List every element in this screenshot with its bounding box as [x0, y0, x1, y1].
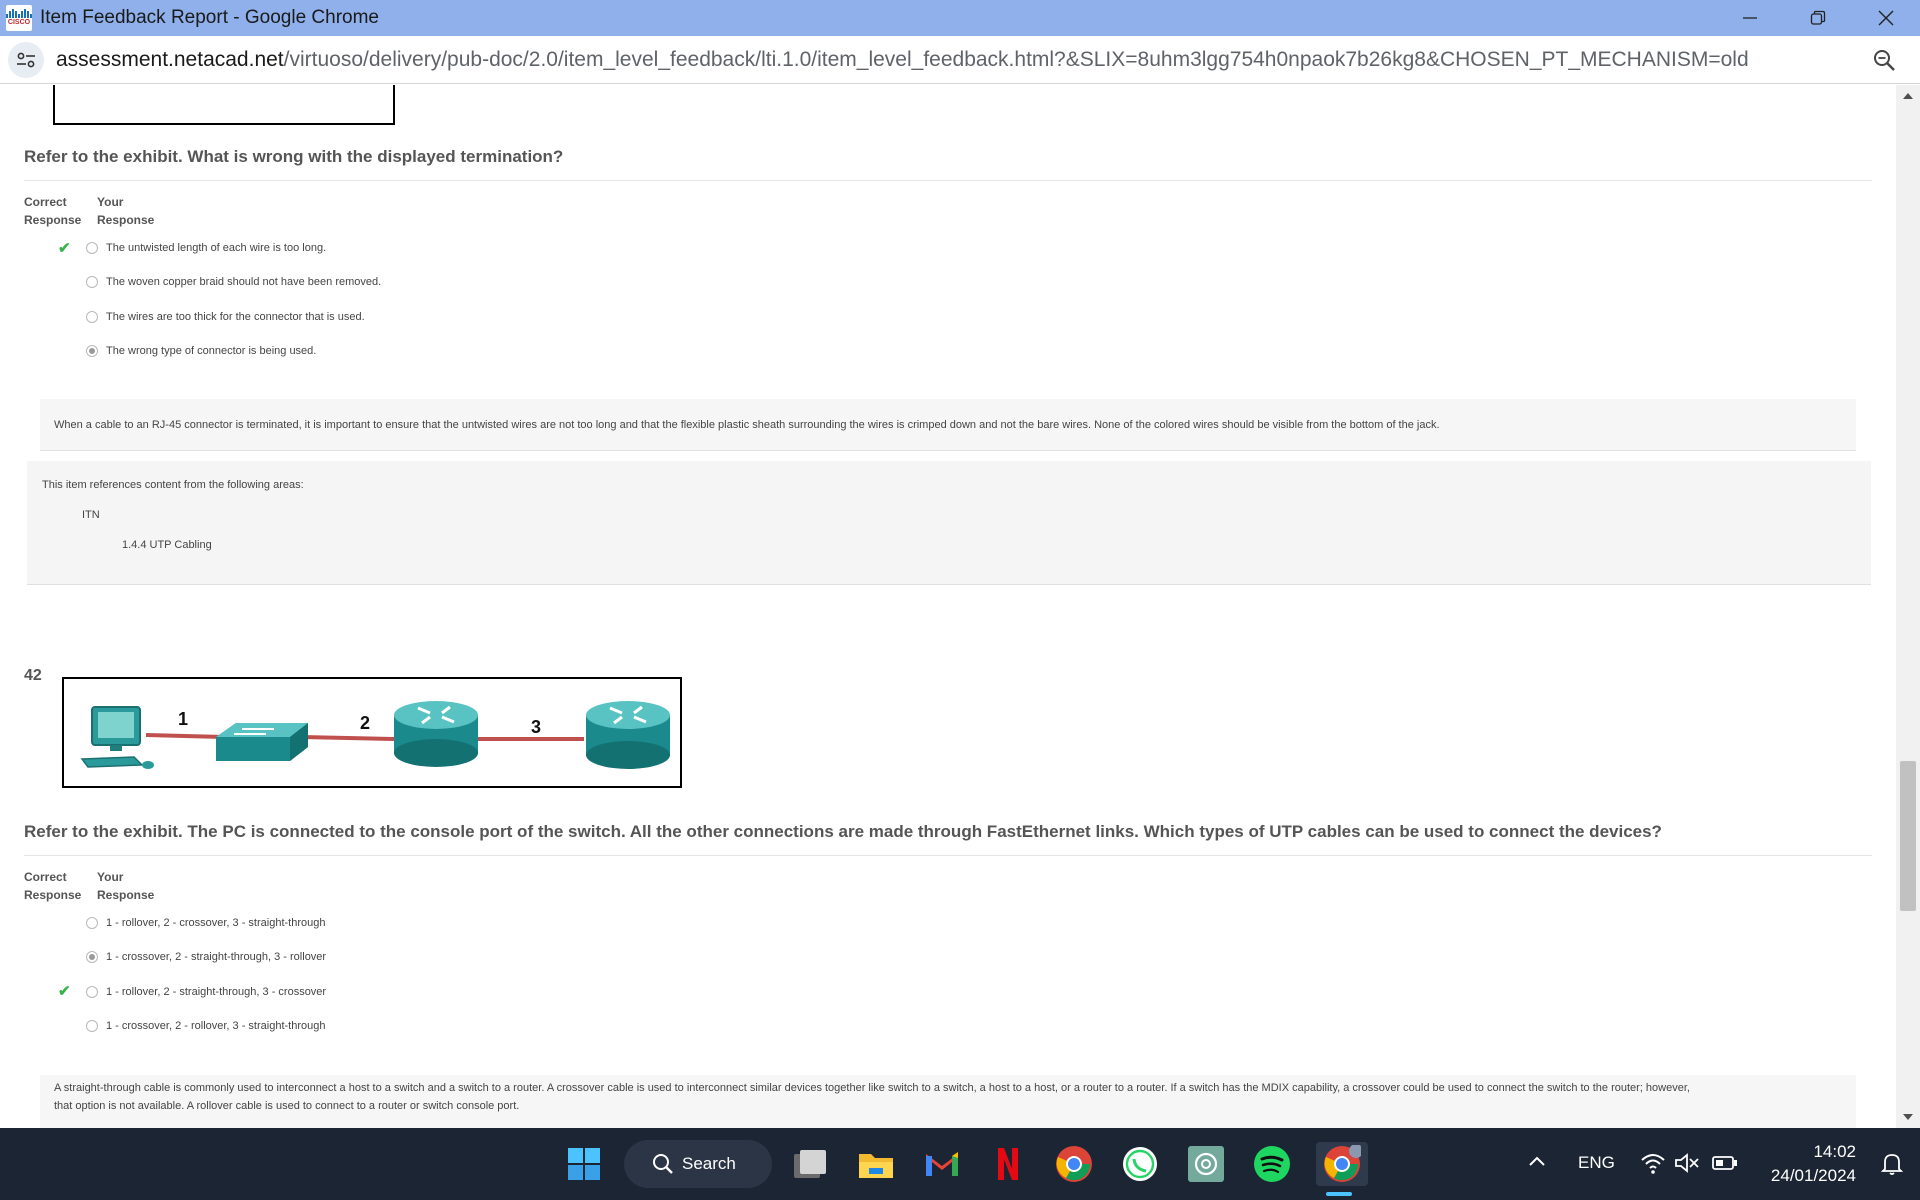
network-exhibit: 1 2 3 [62, 677, 682, 788]
scroll-thumb[interactable] [1900, 761, 1916, 911]
restore-icon [1810, 10, 1826, 25]
radio-button[interactable] [86, 1020, 98, 1032]
question-41-text: Refer to the exhibit. What is wrong with… [24, 147, 564, 166]
correct-check-icon: ✔ [58, 240, 71, 257]
whatsapp-icon[interactable] [1118, 1142, 1162, 1186]
link-label-1: 1 [178, 709, 189, 729]
correct-check-icon: ✔ [58, 983, 71, 1000]
question-divider [24, 180, 1872, 181]
url-path: /virtuoso/delivery/pub-doc/2.0/item_leve… [283, 47, 1749, 71]
question-number: 42 [24, 667, 42, 684]
chrome-icon[interactable] [1052, 1142, 1096, 1186]
active-app-indicator [1326, 1192, 1352, 1196]
switch-icon [216, 723, 308, 761]
taskbar-search[interactable]: Search [624, 1140, 772, 1188]
page-content: Refer to the exhibit. What is wrong with… [0, 85, 1896, 1128]
previous-exhibit-frame [53, 85, 395, 125]
answer-option[interactable]: The wires are too thick for the connecto… [86, 311, 365, 323]
vertical-scrollbar[interactable] [1896, 85, 1920, 1128]
answer-option[interactable]: The untwisted length of each wire is too… [86, 242, 326, 254]
radio-button[interactable] [86, 986, 98, 998]
site-info-button[interactable] [8, 41, 44, 78]
correct-response-header: Correct Response [24, 195, 82, 227]
windows-start-icon[interactable] [562, 1142, 606, 1186]
url-host: assessment.netacad.net [56, 47, 284, 71]
router-icon [586, 701, 670, 769]
radio-button-selected[interactable] [86, 951, 98, 963]
question-42-text: Refer to the exhibit. The PC is connecte… [24, 822, 1662, 841]
explanation-box: A straight-through cable is commonly use… [40, 1075, 1856, 1128]
clock-date: 24/01/2024 [1770, 1166, 1856, 1185]
window-titlebar: CISCO Item Feedback Report - Google Chro… [0, 0, 1920, 36]
radio-button[interactable] [86, 917, 98, 929]
window-title: Item Feedback Report - Google Chrome [40, 7, 379, 28]
chrome-active-icon[interactable] [1316, 1142, 1368, 1186]
radio-button-selected[interactable] [86, 345, 98, 357]
clock-time: 14:02 [1813, 1142, 1856, 1161]
speaker-muted-icon[interactable] [1674, 1152, 1700, 1179]
minimize-icon [1743, 17, 1757, 19]
cable-2 [301, 735, 395, 741]
language-indicator[interactable]: ENG [1578, 1153, 1615, 1173]
explanation-box: When a cable to an RJ-45 connector is te… [40, 399, 1856, 451]
radio-button[interactable] [86, 311, 98, 323]
cable-1 [145, 733, 225, 739]
answer-option[interactable]: 1 - rollover, 2 - straight-through, 3 - … [86, 986, 326, 998]
url-field[interactable]: assessment.netacad.net/virtuoso/delivery… [56, 48, 1749, 72]
file-explorer-icon[interactable] [854, 1142, 898, 1186]
chevron-up-icon[interactable] [1528, 1154, 1546, 1172]
reference-intro: This item references content from the fo… [42, 479, 304, 491]
radio-button[interactable] [86, 276, 98, 288]
cisco-logo-icon: CISCO [6, 5, 32, 31]
notification-bell-icon[interactable] [1880, 1152, 1904, 1181]
correct-response-header: Correct Response [24, 870, 82, 902]
minimize-button[interactable] [1716, 0, 1784, 36]
link-label-2: 2 [360, 713, 371, 733]
netflix-icon[interactable] [986, 1142, 1030, 1186]
reference-course: ITN [82, 509, 100, 521]
wifi-icon[interactable] [1640, 1152, 1666, 1179]
reference-box: This item references content from the fo… [27, 461, 1871, 585]
answer-option[interactable]: The woven copper braid should not have b… [86, 276, 381, 288]
answer-option[interactable]: 1 - crossover, 2 - rollover, 3 - straigh… [86, 1020, 325, 1032]
task-view-icon[interactable] [788, 1142, 832, 1186]
close-button[interactable] [1852, 0, 1920, 36]
answer-option[interactable]: The wrong type of connector is being use… [86, 345, 316, 357]
network-diagram [80, 701, 670, 769]
address-bar: assessment.netacad.net/virtuoso/delivery… [0, 36, 1920, 84]
battery-icon[interactable] [1712, 1154, 1738, 1177]
clock[interactable]: 14:02 24/01/2024 [1771, 1140, 1856, 1188]
your-response-header: Your Response [97, 870, 155, 902]
scroll-up-icon[interactable] [1903, 93, 1913, 99]
question-divider [24, 855, 1872, 856]
zoom-icon[interactable] [1872, 48, 1896, 77]
tune-icon [17, 52, 35, 67]
your-response-header: Your Response [97, 195, 155, 227]
scroll-down-icon[interactable] [1903, 1114, 1913, 1120]
taskbar: Search ENG 14:02 24/01/2024 [0, 1128, 1920, 1200]
spotify-icon[interactable] [1250, 1142, 1294, 1186]
close-icon [1878, 10, 1894, 26]
chatgpt-icon[interactable] [1184, 1142, 1228, 1186]
link-label-3: 3 [531, 717, 542, 737]
answer-option[interactable]: 1 - rollover, 2 - crossover, 3 - straigh… [86, 917, 325, 929]
router-icon [394, 701, 478, 767]
radio-button[interactable] [86, 242, 98, 254]
search-icon [653, 1154, 673, 1174]
pc-icon [80, 706, 154, 769]
reference-topic: 1.4.4 UTP Cabling [122, 539, 212, 551]
restore-button[interactable] [1784, 0, 1852, 36]
gmail-icon[interactable] [920, 1142, 964, 1186]
answer-option[interactable]: 1 - crossover, 2 - straight-through, 3 -… [86, 951, 326, 963]
